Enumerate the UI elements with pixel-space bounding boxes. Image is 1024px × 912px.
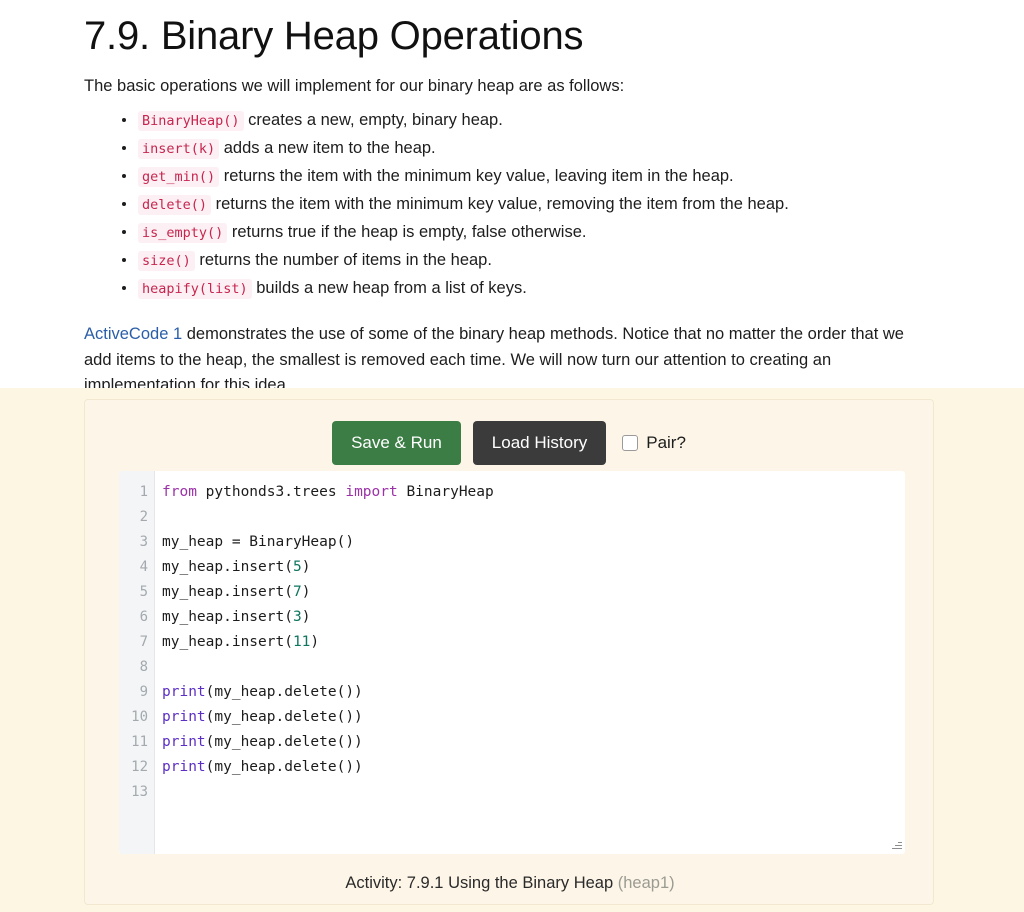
code-token: my_heap = BinaryHeap() [162,534,355,550]
code-token: my_heap.insert( [162,584,293,600]
save-and-run-button[interactable]: Save & Run [332,421,461,465]
activity-caption: Activity: 7.9.1 Using the Binary Heap (h… [85,874,935,893]
code-line: print(my_heap.delete()) [162,705,905,730]
code-token: 5 [292,559,302,575]
activecode-paragraph-rest: demonstrates the use of some of the bina… [84,325,904,394]
code-line: my_heap.insert(7) [162,580,905,605]
operation-description: returns the number of items in the heap. [194,251,492,269]
pair-checkbox-group: Pair? [622,433,686,453]
code-token: (my_heap.delete()) [205,709,363,725]
code-token: my_heap.insert( [162,634,293,650]
operation-description: creates a new, empty, binary heap. [243,111,503,129]
line-number: 5 [139,584,148,600]
operation-code: is_empty() [138,223,228,243]
editor-gutter: 1 2 3 4 5 6 7 8 9 10 11 12 13 [119,471,155,854]
code-line: my_heap.insert(3) [162,605,905,630]
operation-description: builds a new heap from a list of keys. [251,279,527,297]
code-token: 11 [292,634,311,650]
code-token: my_heap.insert( [162,609,293,625]
line-number: 8 [139,659,148,675]
line-number: 6 [139,609,148,625]
operation-description: returns the item with the minimum key va… [211,195,789,213]
editor-code-area[interactable]: from pythonds3.trees import BinaryHeap m… [155,471,905,854]
operation-code: delete() [138,195,212,215]
operation-code: get_min() [138,167,220,187]
operation-item: get_min() returns the item with the mini… [122,164,1024,190]
code-token: 3 [292,609,302,625]
operation-description: returns true if the heap is empty, false… [227,223,587,241]
line-number: 1 [139,484,148,500]
code-line: from pythonds3.trees import BinaryHeap [162,480,905,505]
article-content: 7.9. Binary Heap Operations The basic op… [0,0,1024,399]
code-line: print(my_heap.delete()) [162,755,905,780]
line-number: 13 [131,784,148,800]
code-line: my_heap.insert(11) [162,630,905,655]
code-token: from [162,484,206,500]
code-token: (my_heap.delete()) [205,734,363,750]
operation-code: size() [138,251,195,271]
code-token: print [162,734,206,750]
code-token: print [162,684,206,700]
code-token: my_heap.insert( [162,559,293,575]
page-root: 7.9. Binary Heap Operations The basic op… [0,0,1024,912]
operation-description: adds a new item to the heap. [219,139,436,157]
page-title: 7.9. Binary Heap Operations [84,14,584,58]
line-number: 4 [139,559,148,575]
line-number: 10 [131,709,148,725]
operation-item: size() returns the number of items in th… [122,248,1024,274]
pair-checkbox[interactable] [622,435,639,451]
activecode-paragraph: ActiveCode 1 demonstrates the use of som… [0,304,1024,399]
code-token: 7 [292,584,302,600]
activecode-band: Save & Run Load History Pair? 1234567891… [0,388,1024,912]
activecode-toolbar: Save & Run Load History Pair? [85,400,933,465]
operation-item: is_empty() returns true if the heap is e… [122,220,1024,246]
activecode-panel: Save & Run Load History Pair? 1234567891… [84,399,934,905]
code-token: ) [301,609,311,625]
code-editor[interactable]: 1 2 3 4 5 6 7 8 9 10 11 12 13 from pythonds3.trees i… [119,471,905,854]
code-token: pythonds3.trees [205,484,346,500]
pair-label: Pair? [646,433,686,452]
operation-item: insert(k) adds a new item to the heap. [122,136,1024,162]
code-line: my_heap.insert(5) [162,555,905,580]
code-token: ) [310,634,320,650]
operation-code: heapify(list) [138,279,252,299]
line-number: 3 [139,534,148,550]
code-line: my_heap = BinaryHeap() [162,530,905,555]
code-line: print(my_heap.delete()) [162,680,905,705]
code-token: ) [301,584,311,600]
activity-caption-text: Activity: 7.9.1 Using the Binary Heap [345,874,614,892]
activecode-link[interactable]: ActiveCode 1 [84,325,182,343]
line-number: 2 [139,509,148,525]
line-number: 7 [139,634,148,650]
operation-item: heapify(list) builds a new heap from a l… [122,276,1024,302]
line-number: 11 [131,734,148,750]
code-token: print [162,759,206,775]
code-token: (my_heap.delete()) [205,759,363,775]
code-token: BinaryHeap [406,484,494,500]
resize-handle-icon[interactable] [890,839,902,851]
intro-paragraph: The basic operations we will implement f… [84,77,625,95]
operation-item: delete() returns the item with the minim… [122,192,1024,218]
line-number: 9 [139,684,148,700]
operations-list: BinaryHeap() creates a new, empty, binar… [0,108,1024,302]
code-token: print [162,709,206,725]
operation-item: BinaryHeap() creates a new, empty, binar… [122,108,1024,134]
activity-caption-id: (heap1) [617,874,675,892]
code-token: (my_heap.delete()) [205,684,363,700]
operation-code: insert(k) [138,139,220,159]
code-line: print(my_heap.delete()) [162,730,905,755]
operation-code: BinaryHeap() [138,111,244,131]
operation-description: returns the item with the minimum key va… [219,167,734,185]
line-number: 12 [131,759,148,775]
code-token: import [345,484,407,500]
code-token: ) [301,559,311,575]
load-history-button[interactable]: Load History [472,421,607,465]
